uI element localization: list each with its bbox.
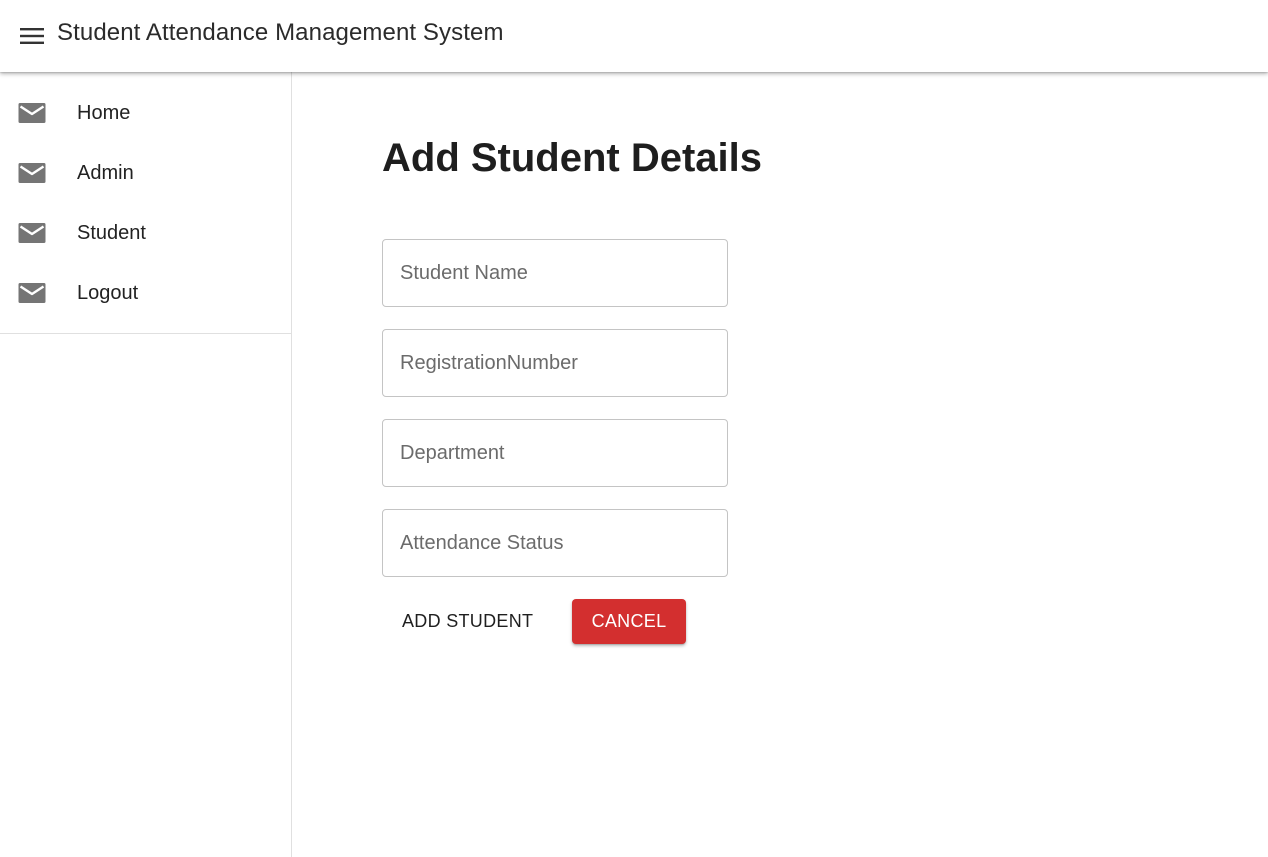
attendance-status-input[interactable] [383, 510, 727, 576]
nav-label: Home [77, 102, 131, 124]
department-input[interactable] [383, 420, 727, 486]
nav-item-student[interactable]: Student [0, 203, 291, 263]
menu-button[interactable] [12, 16, 52, 56]
add-student-button[interactable]: ADD STUDENT [392, 599, 543, 643]
nav-item-home[interactable]: Home [0, 83, 291, 143]
nav-label: Logout [77, 282, 139, 304]
nav-label: Student [77, 222, 146, 244]
student-name-field [382, 239, 728, 307]
main-content: Add Student Details ADD STUDENT CANCEL [292, 72, 1268, 857]
app-title: Student Attendance Management System [57, 19, 504, 46]
app-bar: Student Attendance Management System [0, 0, 1268, 72]
department-field [382, 419, 728, 487]
mail-icon [18, 103, 46, 123]
attendance-status-field [382, 509, 728, 577]
mail-icon [18, 223, 46, 243]
mail-icon [18, 163, 46, 183]
side-drawer: Home Admin Student Logout [0, 72, 292, 857]
nav-list: Home Admin Student Logout [0, 72, 291, 334]
registration-number-input[interactable] [383, 330, 727, 396]
student-name-input[interactable] [383, 240, 727, 306]
registration-number-field [382, 329, 728, 397]
nav-item-admin[interactable]: Admin [0, 143, 291, 203]
cancel-button[interactable]: CANCEL [572, 599, 686, 644]
page-title: Add Student Details [382, 136, 763, 180]
nav-item-logout[interactable]: Logout [0, 263, 291, 323]
hamburger-menu-icon [20, 28, 44, 44]
nav-label: Admin [77, 162, 134, 184]
mail-icon [18, 283, 46, 303]
